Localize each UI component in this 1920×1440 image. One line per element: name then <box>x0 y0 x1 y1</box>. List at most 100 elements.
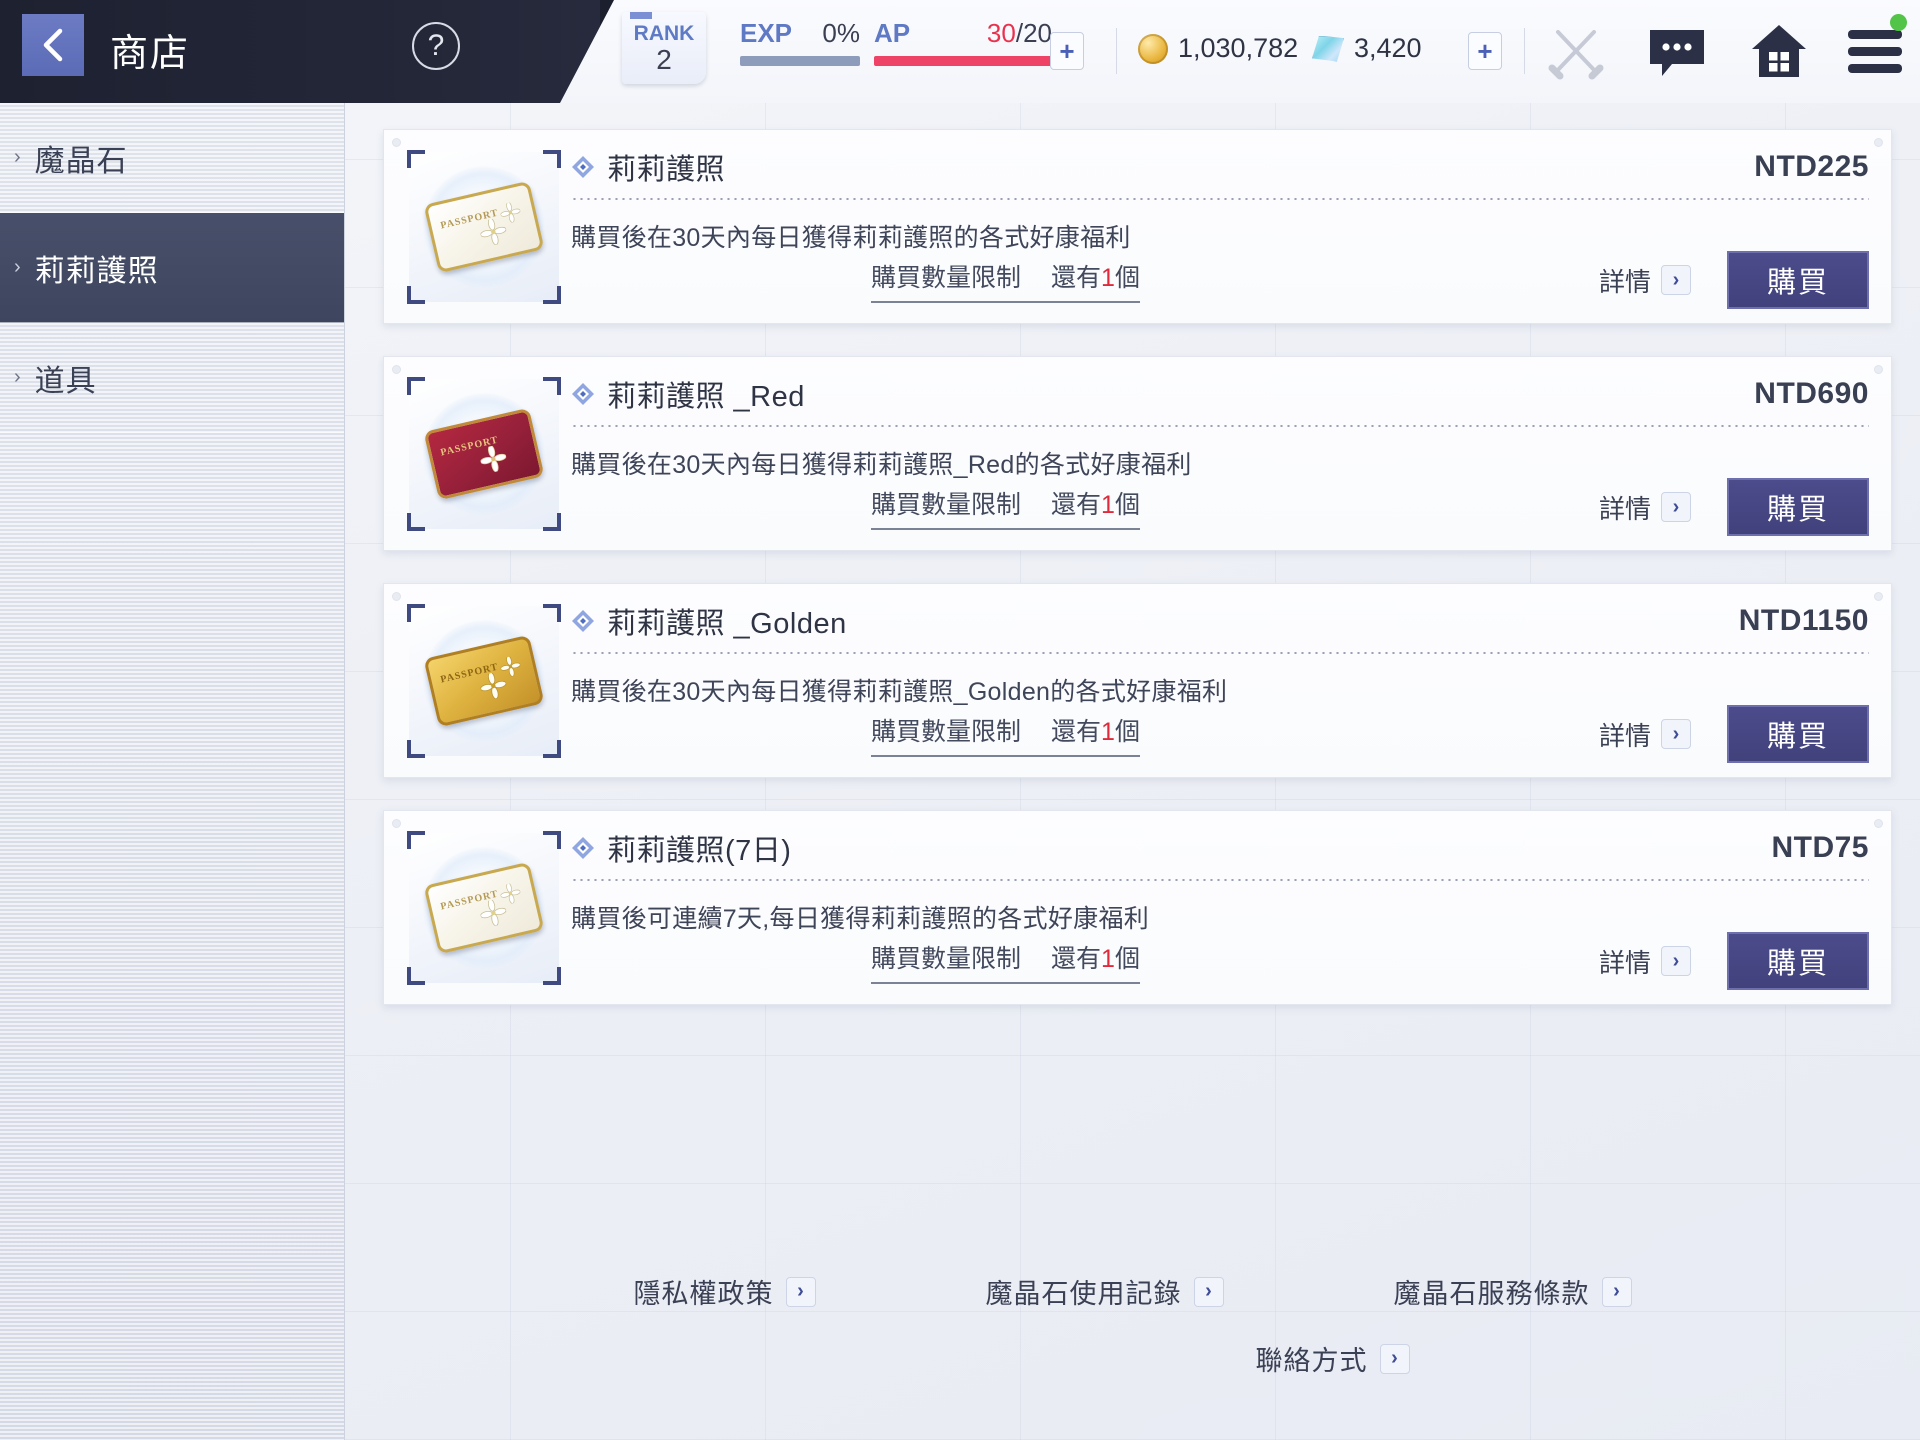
help-icon[interactable]: ? <box>412 22 460 70</box>
product-header: 莉莉護照 _Red NTD690 <box>571 373 1869 415</box>
chevron-left-icon <box>40 28 66 62</box>
chevron-right-icon: › <box>1380 1344 1410 1374</box>
buy-button[interactable]: 購買 <box>1727 478 1869 536</box>
ap-value: 30/20 <box>987 18 1052 49</box>
crystal-usage-record-link[interactable]: 魔晶石使用記錄 › <box>986 1272 1224 1311</box>
rank-label: RANK <box>634 22 695 46</box>
footer-row: 聯絡方式 › <box>345 1339 1920 1378</box>
purchase-limit: 購買數量限制 還有1個 <box>871 939 1140 984</box>
detail-label: 詳情 <box>1599 489 1651 526</box>
footer-label: 魔晶石使用記錄 <box>986 1272 1182 1311</box>
sidebar-item-magic-crystal[interactable]: › 魔晶石 <box>0 103 344 213</box>
purchase-limit-label: 購買數量限制 <box>871 258 1021 294</box>
back-button[interactable] <box>22 14 84 76</box>
blue-diamond-icon <box>571 609 595 633</box>
chevron-right-icon: › <box>1194 1277 1224 1307</box>
chevron-right-icon: › <box>1602 1277 1632 1307</box>
divider-dotted <box>571 198 1869 200</box>
product-actions: 購買數量限制 還有1個 詳情 › 購買 <box>571 705 1869 763</box>
detail-button[interactable]: 詳情 › <box>1599 489 1691 526</box>
contact-link[interactable]: 聯絡方式 › <box>1256 1339 1410 1378</box>
sidebar-item-lily-passport[interactable]: › 莉莉護照 <box>0 213 344 323</box>
product-actions: 購買數量限制 還有1個 詳情 › 購買 <box>571 478 1869 536</box>
corner-bracket <box>407 150 425 168</box>
chevron-right-icon: › <box>1661 265 1691 295</box>
chevron-right-icon: › <box>1661 719 1691 749</box>
exp-value: 0% <box>822 18 860 49</box>
buy-button[interactable]: 購買 <box>1727 932 1869 990</box>
footer-label: 聯絡方式 <box>1256 1339 1368 1378</box>
chevron-right-icon: › <box>14 146 21 169</box>
chevron-right-icon: › <box>1661 492 1691 522</box>
hamburger-menu-icon[interactable] <box>1848 28 1902 74</box>
product-price: NTD1150 <box>1739 604 1869 638</box>
product-card[interactable]: PASSPORT <box>383 810 1892 1005</box>
product-header: 莉莉護照(7日) NTD75 <box>571 827 1869 869</box>
ap-plus-button[interactable]: + <box>1050 32 1084 70</box>
exp-meter: EXP 0% <box>740 18 860 66</box>
product-name: 莉莉護照 _Red <box>607 373 805 415</box>
sidebar-item-items[interactable]: › 道具 <box>0 323 344 433</box>
product-card[interactable]: PASSPORT <box>383 583 1892 778</box>
product-price: NTD225 <box>1754 150 1869 184</box>
blue-diamond-icon <box>571 836 595 860</box>
ap-current: 30 <box>987 18 1016 48</box>
chat-bubble-icon[interactable] <box>1648 26 1706 78</box>
product-price: NTD75 <box>1771 831 1869 865</box>
divider <box>1116 28 1117 74</box>
detail-button[interactable]: 詳情 › <box>1599 262 1691 299</box>
detail-button[interactable]: 詳情 › <box>1599 943 1691 980</box>
lily-flower-icon <box>498 882 522 906</box>
remaining-count: 還有1個 <box>1051 485 1140 521</box>
shop-screen: 商店 ? RANK 2 EXP 0% AP 30/20 <box>0 0 1920 1440</box>
product-name: 莉莉護照 <box>607 146 725 188</box>
detail-button[interactable]: 詳情 › <box>1599 716 1691 753</box>
sidebar-item-label: 魔晶石 <box>35 136 128 180</box>
ap-meter: AP 30/20 <box>874 18 1052 66</box>
privacy-policy-link[interactable]: 隱私權政策 › <box>634 1272 816 1311</box>
product-thumbnail: PASSPORT <box>409 833 559 983</box>
home-icon[interactable] <box>1750 22 1808 80</box>
divider-dotted <box>571 425 1869 427</box>
product-header: 莉莉護照 _Golden NTD1150 <box>571 600 1869 642</box>
footer-label: 魔晶石服務條款 <box>1394 1272 1590 1311</box>
buy-button[interactable]: 購買 <box>1727 251 1869 309</box>
product-actions: 購買數量限制 還有1個 詳情 › 購買 <box>571 251 1869 309</box>
top-bar-left-panel <box>0 0 600 103</box>
blue-diamond-icon <box>571 382 595 406</box>
crossed-weapons-icon[interactable] <box>1546 22 1606 82</box>
sidebar-item-label: 莉莉護照 <box>35 246 159 290</box>
product-thumbnail: PASSPORT <box>409 379 559 529</box>
remaining-count: 還有1個 <box>1051 258 1140 294</box>
product-info: 莉莉護照(7日) NTD75 購買後可連續7天,每日獲得莉莉護照的各式好康福利 … <box>559 811 1891 1004</box>
divider-dotted <box>571 879 1869 881</box>
divider <box>1524 28 1525 74</box>
product-description: 購買後在30天內每日獲得莉莉護照_Golden的各式好康福利 <box>571 672 1869 708</box>
purchase-limit-label: 購買數量限制 <box>871 712 1021 748</box>
lily-flower-icon <box>498 655 522 679</box>
blue-gem-icon <box>1312 36 1344 62</box>
corner-bracket <box>407 513 425 531</box>
buy-button[interactable]: 購買 <box>1727 705 1869 763</box>
product-thumbnail: PASSPORT <box>409 152 559 302</box>
corner-bracket <box>407 286 425 304</box>
product-card[interactable]: PASSPORT <box>383 129 1892 324</box>
corner-bracket <box>407 740 425 758</box>
gold-amount: 1,030,782 <box>1178 33 1298 64</box>
gold-coin-icon <box>1138 34 1168 64</box>
top-bar: 商店 ? RANK 2 EXP 0% AP 30/20 <box>0 0 1920 103</box>
footer-row: 隱私權政策 › 魔晶石使用記錄 › 魔晶石服務條款 › <box>345 1272 1920 1311</box>
product-thumbnail: PASSPORT <box>409 606 559 756</box>
product-description: 購買後在30天內每日獲得莉莉護照的各式好康福利 <box>571 218 1869 254</box>
rank-badge: RANK 2 <box>622 12 706 84</box>
product-name: 莉莉護照 _Golden <box>607 600 847 642</box>
product-card[interactable]: PASSPORT <box>383 356 1892 551</box>
product-price: NTD690 <box>1754 377 1869 411</box>
category-sidebar: › 魔晶石 › 莉莉護照 › 道具 <box>0 103 345 1440</box>
stat-bars: EXP 0% AP 30/20 <box>740 18 1052 66</box>
crystal-terms-link[interactable]: 魔晶石服務條款 › <box>1394 1272 1632 1311</box>
page-title: 商店 <box>110 22 190 77</box>
detail-label: 詳情 <box>1599 716 1651 753</box>
lily-flower-icon <box>498 201 522 225</box>
gem-plus-button[interactable]: + <box>1468 32 1502 70</box>
